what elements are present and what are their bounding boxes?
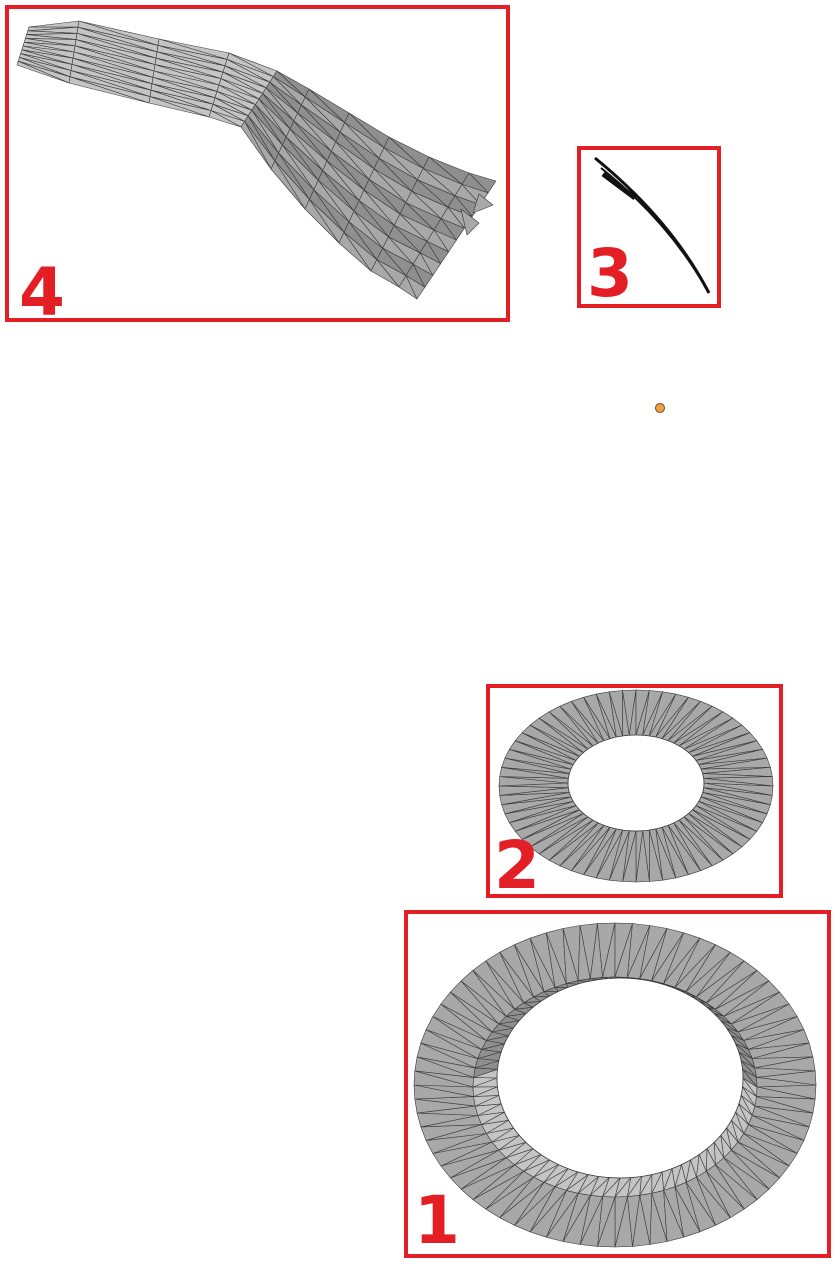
panel-2-number: 2 xyxy=(494,827,540,904)
raised-annulus-mesh xyxy=(413,922,817,1248)
panel-4-number: 4 xyxy=(19,254,65,331)
annulus-hole xyxy=(567,734,705,832)
panel-3-number: 3 xyxy=(587,235,633,312)
mesh-face xyxy=(28,20,80,28)
marker-dot xyxy=(655,403,665,413)
panel-4: 4 xyxy=(5,5,510,326)
panel-1: 1 xyxy=(404,910,831,1258)
annulus-hole xyxy=(496,977,744,1179)
panel-3: 3 xyxy=(577,146,721,308)
panel-2: 2 xyxy=(486,684,783,904)
panel-1-number: 1 xyxy=(414,1182,460,1259)
swept-surface-mesh xyxy=(16,20,497,300)
